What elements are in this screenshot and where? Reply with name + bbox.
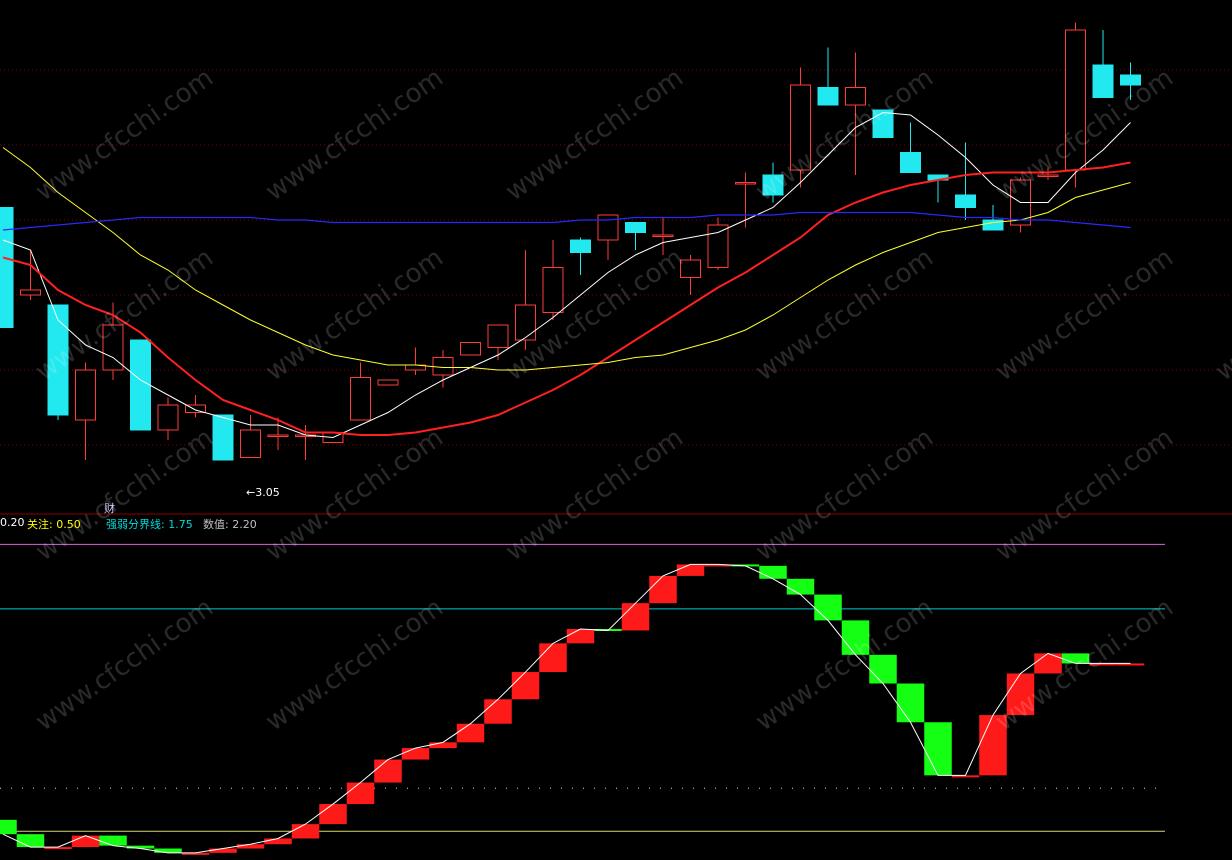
indicator-block [401,748,430,760]
indicator-block [154,848,182,853]
candle-body [542,267,564,313]
candle-body [267,434,289,437]
indicator-block [649,575,677,604]
candle-body [377,379,399,386]
ma-line-ma60 [2,211,1131,231]
indicator-block [209,848,237,853]
indicator-guide-lines [0,543,1165,832]
candle-body [20,289,41,296]
low-price-annotation: ←3.05 [246,486,280,499]
info-value-number: 数值: 2.20 [203,518,257,531]
candle-body [157,404,179,431]
indicator-block [786,578,815,595]
indicator-block [511,672,540,700]
info-value-focus: 关注: 0.50 [27,518,81,531]
indicator-block [346,782,375,805]
indicator-block [924,722,952,776]
indicator-block [676,564,705,576]
indicator-block [236,844,265,849]
cai-tag-label: 财 [104,502,115,515]
indicator-block [99,835,127,846]
indicator-block [539,643,567,673]
indicator-block [896,683,925,723]
candle-body [75,369,96,421]
indicator-block [814,594,842,621]
indicator-block [374,759,402,783]
info-value-0: 0.20 [0,516,25,529]
candle-body [597,214,619,241]
candle-body [432,357,454,376]
candle-body [900,152,921,173]
candle-body [625,222,646,233]
candle-body [487,324,509,348]
indicator-block [319,804,347,825]
candle-body [845,87,866,106]
indicator-blocks [0,564,1145,855]
candle-body [652,234,674,237]
indicator-block [264,838,292,845]
indicator-block [484,699,512,724]
indicator-line [2,563,1131,854]
candle-body [955,194,976,208]
indicator-block [566,629,595,644]
candle-body [240,429,261,458]
candle-body [130,339,151,431]
indicator-block [0,819,17,835]
indicator-block [291,824,320,839]
candle-body [570,239,591,253]
indicator-line-path [2,563,1131,854]
candle-body [460,342,481,356]
indicator-block [621,603,650,631]
indicator-block [429,742,457,749]
indicator-block [456,723,485,743]
candle-body [515,304,536,341]
indicator-block [759,565,787,579]
candle-body [817,87,839,106]
candle-body [350,377,371,421]
info-value-divider: 强弱分界线: 1.75 [106,518,193,531]
indicator-block [16,834,45,848]
indicator-block [71,835,100,848]
candle-body [1092,64,1114,98]
candle-body [707,224,729,268]
candle-body [212,414,234,461]
candle-body [0,207,14,328]
